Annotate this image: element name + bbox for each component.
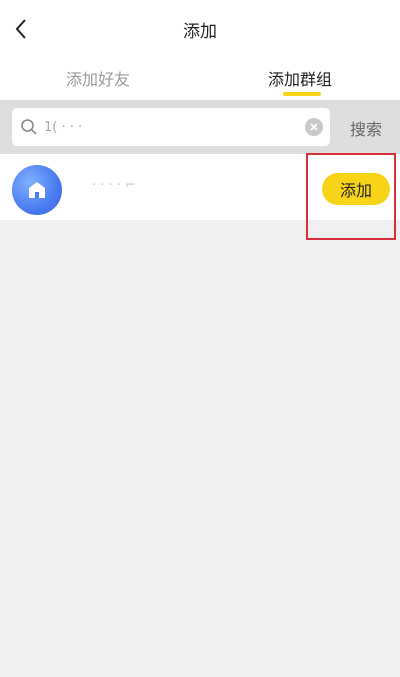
highlight-annotation-box	[306, 153, 396, 240]
active-tab-indicator	[283, 92, 321, 96]
page-title: 添加	[183, 22, 217, 42]
home-icon	[29, 182, 45, 198]
group-name: · · · · ⌐	[92, 178, 136, 193]
search-button[interactable]: 搜索	[340, 116, 392, 139]
search-input[interactable]	[44, 114, 294, 140]
search-bar: 搜索	[0, 100, 400, 154]
tab-add-friends[interactable]: 添加好友	[66, 66, 130, 90]
close-icon	[310, 123, 318, 131]
tab-add-groups[interactable]: 添加群组	[268, 66, 332, 90]
search-icon	[21, 119, 37, 135]
search-box[interactable]	[12, 108, 330, 146]
tab-bar: 添加好友 添加群组	[0, 58, 400, 100]
clear-icon[interactable]	[305, 118, 323, 136]
top-bar: 添加	[0, 0, 400, 58]
avatar	[12, 165, 62, 215]
